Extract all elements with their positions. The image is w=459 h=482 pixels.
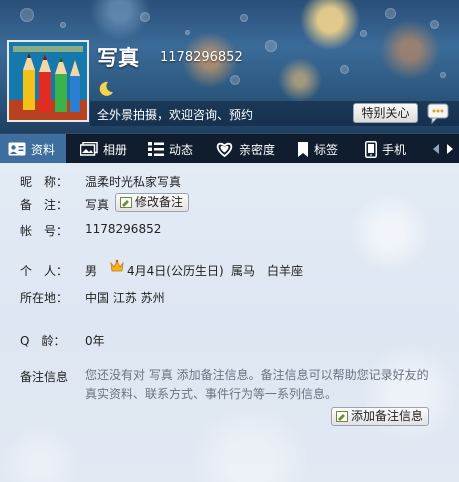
pencils-image (9, 42, 87, 120)
profile-tab-bar: 资料 相册 动态 亲密度 标签 手机 (0, 133, 459, 164)
account-value: 1178296852 (85, 222, 162, 236)
zodiac-value: 属马 (231, 264, 256, 278)
tab-label: 手机 (382, 142, 407, 157)
personal-label: 个 人： (20, 264, 69, 278)
gender-value: 男 (85, 264, 98, 278)
feed-icon (148, 142, 164, 156)
add-remark-label: 添加备注信息 (351, 409, 424, 423)
remark-label: 备 注： (20, 198, 69, 212)
tab-album[interactable]: 相册 (72, 134, 138, 164)
tab-label: 动态 (169, 142, 194, 157)
personal-signature: 全外景拍摄，欢迎咨询、预约 (97, 108, 254, 122)
crown-icon (110, 259, 124, 272)
tab-label: 标签 (314, 142, 339, 157)
edit-icon (120, 197, 132, 208)
profile-header: 写真 1178296852 全外景拍摄，欢迎咨询、预约 特别关心 (0, 0, 459, 133)
tab-label: 相册 (103, 142, 128, 157)
tab-phone[interactable]: 手机 (357, 134, 423, 164)
tab-label: 亲密度 (239, 142, 276, 157)
qage-label: Q 龄： (20, 334, 66, 348)
tab-scroll-right-icon[interactable] (445, 143, 455, 155)
remark-info-hint: 您还没有对 写真 添加备注信息。备注信息可以帮助您记录好友的真实资料、联系方式、… (85, 368, 429, 401)
album-icon (80, 142, 98, 156)
qage-value: 0年 (85, 334, 105, 348)
birthday-value: 4月4日(公历生日) (127, 264, 224, 278)
avatar[interactable] (7, 40, 89, 122)
bookmark-icon (298, 141, 308, 157)
remark-value: 写真 (85, 198, 110, 212)
profile-nickname: 写真 (97, 46, 139, 70)
chat-icon[interactable] (427, 102, 449, 124)
profile-card-icon (8, 142, 26, 156)
add-remark-button[interactable]: 添加备注信息 (331, 407, 430, 426)
nickname-label: 昵 称： (20, 175, 69, 189)
tab-label: 资料 (31, 142, 56, 157)
phone-icon (365, 140, 377, 158)
remark-info-label: 备注信息 (20, 370, 69, 384)
edit-icon (336, 411, 348, 422)
constellation-value: 白羊座 (267, 264, 304, 278)
location-label: 所在地： (20, 291, 69, 305)
tab-intimacy[interactable]: 亲密度 (207, 134, 287, 164)
profile-details-panel (0, 163, 459, 482)
moon-icon (99, 81, 113, 96)
heart-icon (216, 142, 233, 157)
edit-remark-label: 修改备注 (135, 195, 184, 209)
special-care-button[interactable]: 特别关心 (353, 103, 418, 123)
tab-profile[interactable]: 资料 (0, 134, 66, 164)
account-label: 帐 号： (20, 224, 69, 238)
profile-qq-number: 1178296852 (160, 50, 243, 65)
tab-scroll-left-icon[interactable] (431, 143, 441, 155)
edit-remark-button[interactable]: 修改备注 (115, 193, 190, 212)
nickname-value: 温柔时光私家写真 (85, 175, 182, 189)
tab-feed[interactable]: 动态 (140, 134, 206, 164)
location-value: 中国 江苏 苏州 (85, 291, 165, 305)
tab-tags[interactable]: 标签 (289, 134, 355, 164)
